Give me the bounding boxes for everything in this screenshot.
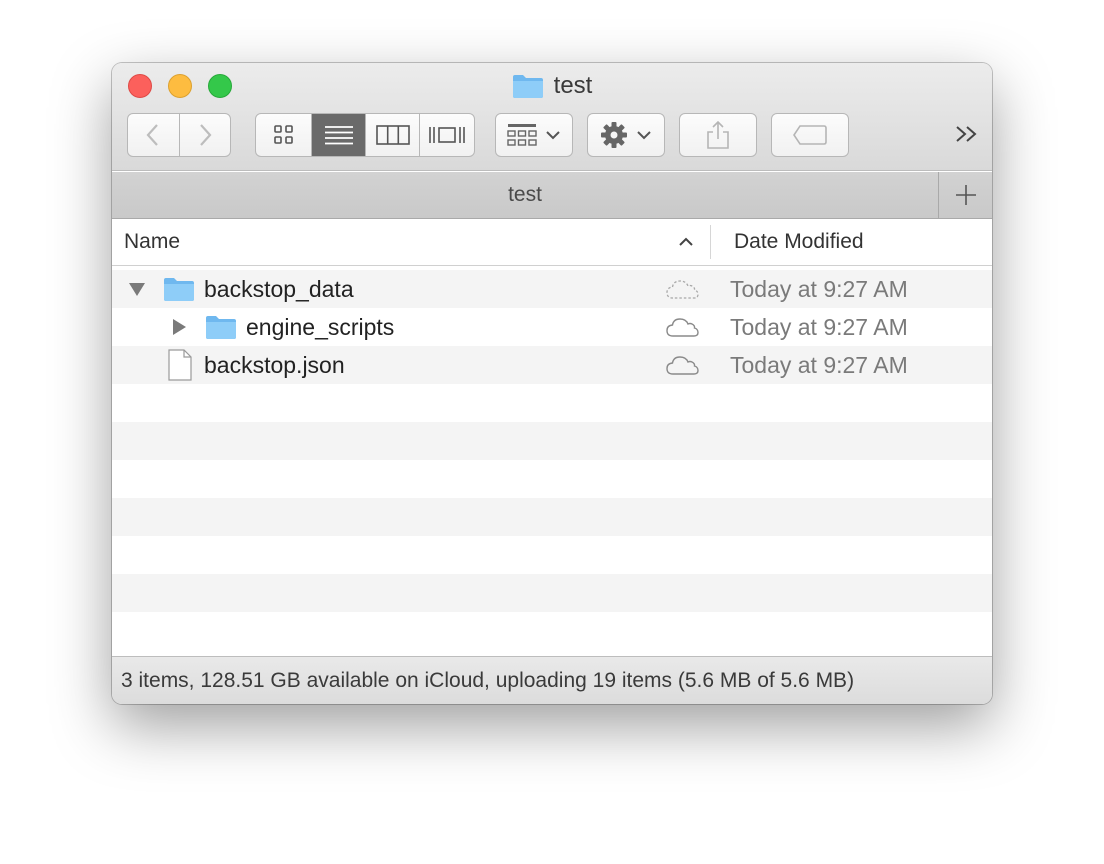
view-mode-control [255, 113, 475, 157]
finder-window: test test Name Date Modified backstop_da… [112, 63, 992, 704]
double-chevron-right-icon [956, 126, 977, 142]
folder-icon [512, 75, 543, 98]
navigation-buttons [127, 113, 231, 157]
disclosure-triangle-expanded-icon[interactable] [128, 280, 146, 298]
file-date: Today at 9:27 AM [730, 314, 908, 340]
empty-row [112, 536, 992, 574]
coverflow-icon [429, 127, 465, 143]
cloud-uploading-icon [666, 280, 699, 299]
toolbar-overflow-button[interactable] [952, 119, 982, 149]
chevron-down-icon [546, 131, 560, 140]
window-title-text: test [553, 72, 593, 99]
column-view-button[interactable] [366, 114, 420, 156]
empty-row [112, 574, 992, 612]
tab-test[interactable]: test [112, 172, 938, 218]
share-icon [707, 120, 729, 149]
empty-row [112, 498, 992, 536]
list-icon [324, 126, 353, 145]
tag-icon [793, 125, 827, 145]
empty-row [112, 460, 992, 498]
chevron-right-icon [199, 124, 212, 146]
sort-ascending-icon[interactable] [676, 233, 696, 251]
arrange-grid-icon [507, 124, 537, 146]
chevron-left-icon [146, 124, 159, 146]
list-view-button[interactable] [312, 114, 366, 156]
tab-bar: test [112, 172, 992, 219]
share-button[interactable] [679, 113, 757, 157]
document-icon [168, 349, 192, 381]
column-divider[interactable] [710, 225, 711, 259]
back-button[interactable] [128, 114, 180, 156]
file-name: engine_scripts [246, 314, 395, 340]
file-row-backstop-data[interactable]: backstop_data Today at 9:27 AM [112, 270, 992, 308]
file-name: backstop.json [204, 352, 345, 378]
action-button[interactable] [587, 113, 665, 157]
folder-icon [164, 278, 194, 301]
file-date: Today at 9:27 AM [730, 276, 908, 302]
file-list: backstop_data Today at 9:27 AM engine_sc… [112, 270, 992, 654]
plus-icon [955, 185, 976, 205]
gear-icon [601, 122, 627, 148]
grid-icon [273, 125, 293, 144]
name-column-header[interactable]: Name [124, 219, 180, 265]
disclosure-triangle-collapsed-icon[interactable] [170, 318, 188, 336]
empty-row [112, 422, 992, 460]
new-tab-button[interactable] [938, 172, 992, 218]
columns-icon [375, 125, 410, 145]
file-row-backstop-json[interactable]: backstop.json Today at 9:27 AM [112, 346, 992, 384]
cloud-icon [666, 356, 699, 375]
window-title: test [112, 71, 992, 101]
chevron-down-icon [637, 131, 651, 140]
folder-icon [206, 316, 236, 339]
status-bar: 3 items, 128.51 GB available on iCloud, … [112, 656, 992, 704]
forward-button[interactable] [180, 114, 231, 156]
column-header: Name Date Modified [112, 219, 992, 266]
file-date: Today at 9:27 AM [730, 352, 908, 378]
cloud-icon [666, 318, 699, 337]
arrange-button[interactable] [495, 113, 573, 157]
cover-flow-view-button[interactable] [420, 114, 474, 156]
status-text: 3 items, 128.51 GB available on iCloud, … [121, 669, 855, 692]
empty-row [112, 384, 992, 422]
file-name: backstop_data [204, 276, 354, 302]
titlebar[interactable]: test [112, 63, 992, 171]
tag-button[interactable] [771, 113, 849, 157]
empty-row [112, 612, 992, 650]
icon-view-button[interactable] [256, 114, 312, 156]
date-modified-column-header[interactable]: Date Modified [734, 219, 864, 265]
file-row-engine-scripts[interactable]: engine_scripts Today at 9:27 AM [112, 308, 992, 346]
